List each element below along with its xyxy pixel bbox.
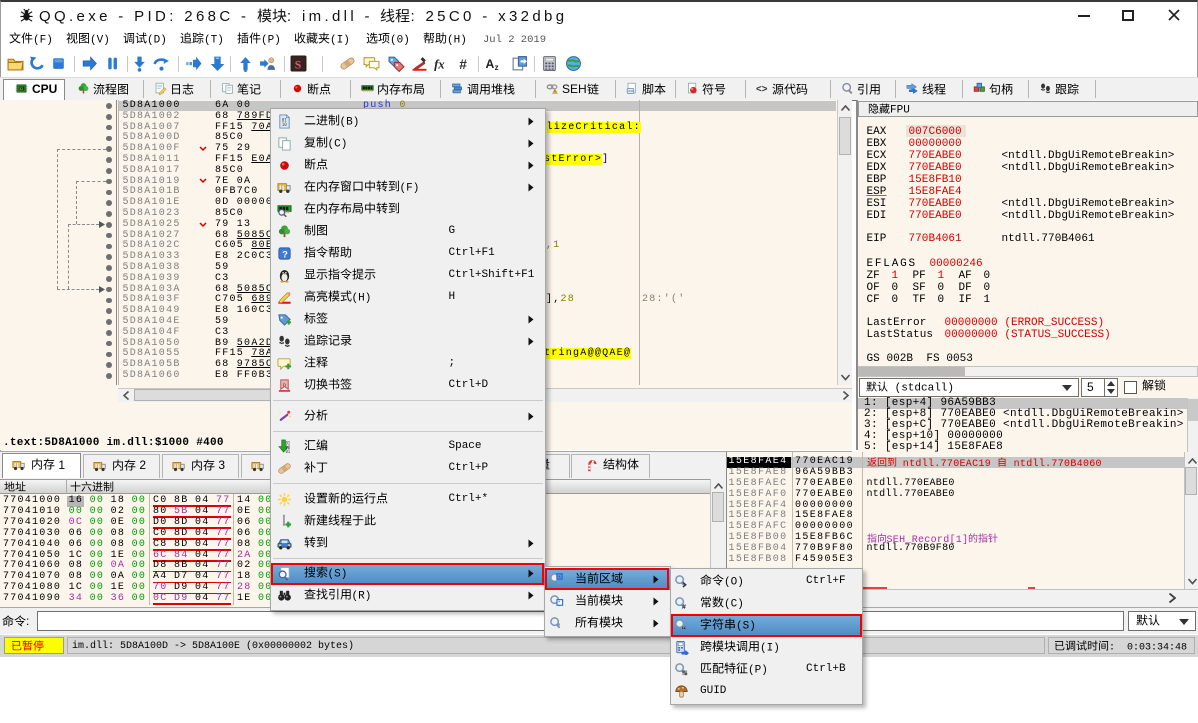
svg-text:<>: <>: [756, 84, 768, 95]
svg-text:32: 32: [19, 87, 23, 91]
svg-text:n: n: [282, 382, 285, 388]
svg-text:10: 10: [281, 122, 287, 128]
svg-text:z: z: [494, 63, 498, 72]
svg-text:S: S: [294, 58, 301, 71]
svg-text:*: *: [557, 621, 560, 630]
svg-text:A: A: [485, 57, 494, 71]
svg-text:01: 01: [285, 449, 290, 454]
svg-text:fx: fx: [434, 57, 445, 71]
svg-text:<>: <>: [628, 89, 634, 94]
svg-text:#: #: [459, 56, 467, 72]
svg-text:#: #: [682, 604, 686, 611]
svg-text:?: ?: [282, 249, 288, 259]
